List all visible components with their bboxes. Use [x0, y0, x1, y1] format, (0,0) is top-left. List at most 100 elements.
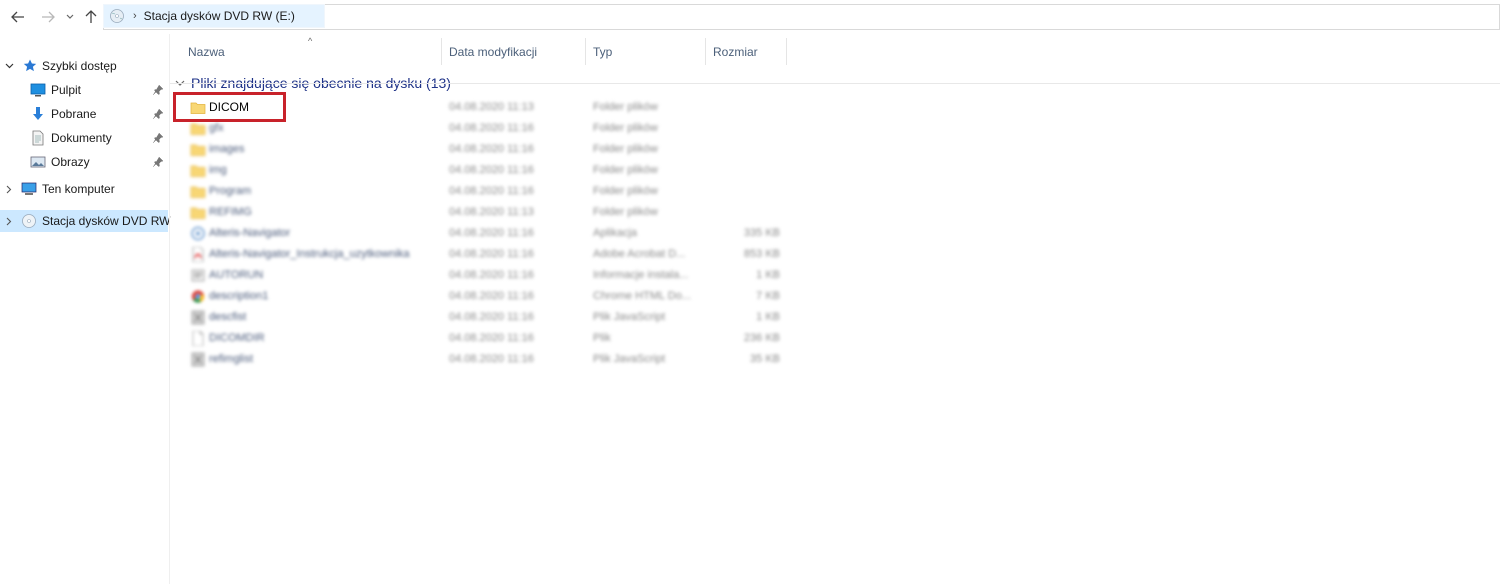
file-row[interactable]: description1 04.08.2020 11:16 Chrome HTML …: [170, 286, 800, 307]
up-button[interactable]: [82, 6, 100, 28]
document-icon: [32, 130, 44, 146]
arrow-up-icon: [85, 10, 97, 23]
forward-button[interactable]: [38, 6, 58, 28]
desktop-icon: [30, 83, 46, 97]
navigation-bar: › Stacja dysków DVD RW (E:): [0, 0, 1503, 34]
file-row[interactable]: descfist 04.08.2020 11:16 Plik JavaScript 1…: [170, 307, 800, 328]
column-separator[interactable]: [786, 38, 787, 65]
file-size: 853 KB: [743, 248, 780, 260]
sidebar-item-label: Pobrane: [51, 107, 97, 121]
star-icon: [23, 59, 37, 72]
column-header-size[interactable]: Rozmiar: [713, 38, 785, 65]
file-date: 04.08.2020 11:13: [449, 101, 534, 113]
sidebar-item-documents[interactable]: Dokumenty: [0, 127, 168, 149]
file-name: Alteris-Navigator: [209, 227, 291, 239]
column-header-label: Typ: [593, 44, 613, 59]
column-header-type[interactable]: Typ: [593, 38, 703, 65]
file-date: 04.08.2020 11:16: [449, 248, 534, 260]
file-date: 04.08.2020 11:16: [449, 185, 534, 197]
folder-icon: [190, 184, 206, 199]
download-arrow-icon: [33, 107, 43, 120]
chevron-right-icon[interactable]: [3, 183, 15, 195]
file-name: DICOMDIR: [209, 332, 265, 344]
file-date: 04.08.2020 11:16: [449, 227, 534, 239]
column-header-name[interactable]: Nazwa: [188, 38, 440, 65]
pin-icon[interactable]: [152, 156, 164, 168]
sidebar-item-desktop[interactable]: Pulpit: [0, 79, 168, 101]
sidebar-item-downloads[interactable]: Pobrane: [0, 103, 168, 125]
file-row[interactable]: refimglist 04.08.2020 11:16 Plik JavaScrip…: [170, 349, 800, 370]
pin-icon[interactable]: [152, 84, 164, 96]
chevron-right-icon[interactable]: [3, 215, 15, 227]
file-row[interactable]: images 04.08.2020 11:16 Folder plików: [170, 139, 800, 160]
script-icon: [190, 310, 206, 325]
file-size: 1 KB: [756, 269, 780, 281]
file-type: Chrome HTML Do...: [593, 290, 692, 302]
file-type: Plik: [593, 332, 611, 344]
sidebar-item-label: Dokumenty: [51, 131, 112, 145]
file-row[interactable]: DICOMDIR 04.08.2020 11:16 Plik 236 KB: [170, 328, 800, 349]
file-row[interactable]: img 04.08.2020 11:16 Folder plików: [170, 160, 800, 181]
sidebar-item-label: Ten komputer: [42, 182, 115, 196]
file-name: img: [209, 164, 227, 176]
sidebar-item-pictures[interactable]: Obrazy: [0, 151, 168, 173]
column-separator[interactable]: [441, 38, 442, 65]
address-bar[interactable]: › Stacja dysków DVD RW (E:): [103, 4, 325, 28]
breadcrumb-chevron-icon: ›: [133, 10, 137, 22]
column-separator[interactable]: [705, 38, 706, 65]
file-row[interactable]: REFIMG 04.08.2020 11:13 Folder plików: [170, 202, 800, 223]
address-path[interactable]: Stacja dysków DVD RW (E:): [144, 9, 295, 23]
file-date: 04.08.2020 11:16: [449, 269, 534, 281]
file-row[interactable]: Alteris-Navigator_Instrukcja_uzytkownika…: [170, 244, 800, 265]
sidebar-item-label: Szybki dostęp: [42, 59, 117, 73]
folder-icon: [190, 121, 206, 136]
file-row[interactable]: Alteris-Navigator 04.08.2020 11:16 Aplikac…: [170, 223, 800, 244]
sidebar-item-label: Stacja dysków DVD RW: [42, 214, 171, 228]
column-header-date[interactable]: Data modyfikacji: [449, 38, 585, 65]
file-size: 1 KB: [756, 311, 780, 323]
file-type: Folder plików: [593, 101, 658, 113]
file-name: REFIMG: [209, 206, 252, 218]
file-name: description1: [209, 290, 269, 302]
sidebar-item-quick-access[interactable]: Szybki dostęp: [0, 55, 168, 77]
computer-icon: [21, 182, 37, 195]
file-type: Aplikacja: [593, 227, 638, 239]
file-type: Folder plików: [593, 185, 658, 197]
highlight-annotation: [173, 92, 286, 122]
pin-icon[interactable]: [152, 132, 164, 144]
file-type: Plik JavaScript: [593, 353, 666, 365]
column-separator[interactable]: [585, 38, 586, 65]
file-name: gfx: [209, 122, 224, 134]
app-icon: [190, 226, 206, 241]
file-row[interactable]: AUTORUN 04.08.2020 11:16 Informacje instal…: [170, 265, 800, 286]
chevron-down-icon: [66, 14, 74, 19]
file-name: Alteris-Navigator_Instrukcja_uzytkownika: [209, 248, 410, 260]
sidebar-item-label: Obrazy: [51, 155, 90, 169]
back-button[interactable]: [8, 6, 28, 28]
file-name: AUTORUN: [209, 269, 264, 281]
file-row[interactable]: Program 04.08.2020 11:16 Folder plików: [170, 181, 800, 202]
file-type: Plik JavaScript: [593, 311, 666, 323]
folder-icon: [190, 142, 206, 157]
navigation-pane: Szybki dostęp Pulpit Pobrane Dokumenty O…: [0, 34, 171, 584]
file-name: Program: [209, 185, 252, 197]
file-date: 04.08.2020 11:16: [449, 353, 534, 365]
file-size: 7 KB: [756, 290, 780, 302]
file-date: 04.08.2020 11:16: [449, 311, 534, 323]
pin-icon[interactable]: [152, 108, 164, 120]
script-icon: [190, 352, 206, 367]
file-type: Folder plików: [593, 122, 658, 134]
file-date: 04.08.2020 11:13: [449, 206, 534, 218]
blank-file-icon: [190, 330, 206, 347]
file-size: 236 KB: [743, 332, 780, 344]
file-type: Folder plików: [593, 164, 658, 176]
column-header-label: Nazwa: [188, 44, 225, 59]
file-type: Folder plików: [593, 143, 658, 155]
pictures-icon: [30, 156, 46, 168]
sidebar-item-this-pc[interactable]: Ten komputer: [0, 178, 168, 200]
chevron-expanded-icon[interactable]: [3, 60, 15, 72]
sidebar-item-dvd-drive[interactable]: Stacja dysków DVD RW: [0, 210, 171, 232]
file-date: 04.08.2020 11:16: [449, 122, 534, 134]
recent-locations-button[interactable]: [63, 6, 77, 28]
column-header-row: Nazwa Data modyfikacji Typ Rozmiar: [170, 38, 1503, 65]
